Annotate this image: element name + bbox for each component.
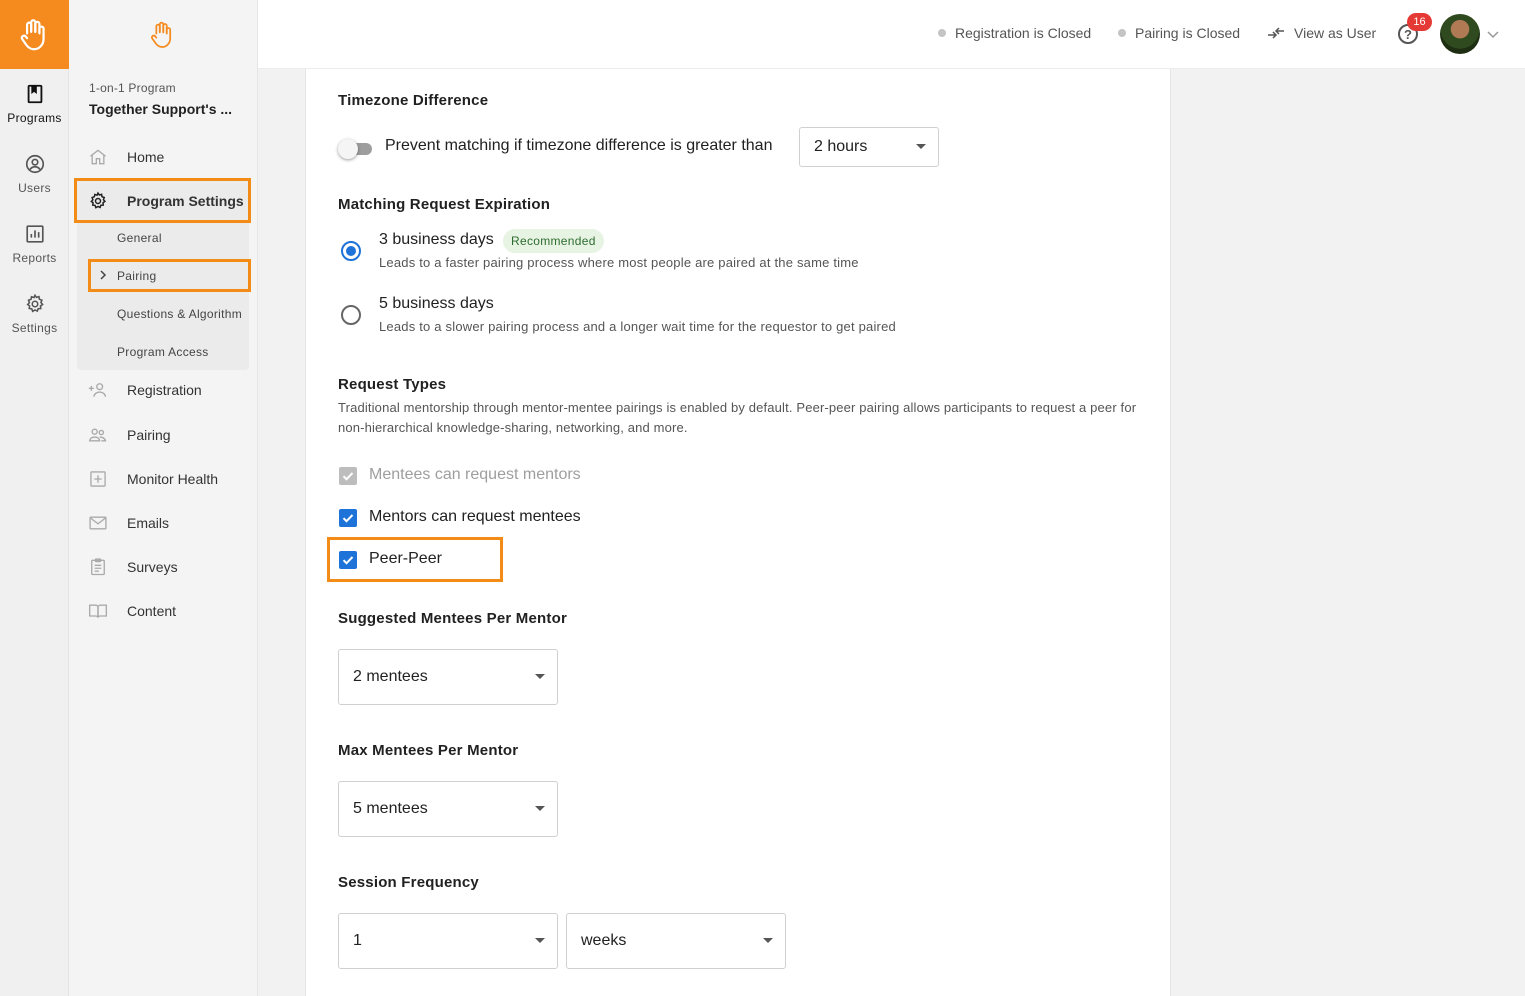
registration-status-label: Registration is Closed bbox=[955, 25, 1092, 41]
caret-down-icon bbox=[535, 806, 545, 811]
rail-users[interactable]: Users bbox=[0, 139, 69, 209]
rail-programs[interactable]: Programs bbox=[0, 69, 69, 139]
pairing-status-label: Pairing is Closed bbox=[1135, 25, 1241, 41]
session-frequency-unit-value: weeks bbox=[581, 932, 627, 949]
rail-users-label: Users bbox=[18, 181, 51, 195]
rail-reports[interactable]: Reports bbox=[0, 209, 69, 279]
registration-status: Registration is Closed bbox=[938, 25, 1091, 41]
timezone-hours-select[interactable]: 2 hours bbox=[799, 127, 939, 167]
left-rail: Programs Users Reports Settings bbox=[0, 0, 69, 996]
nav-home[interactable]: Home bbox=[77, 137, 249, 177]
expiration-option-5-days-help: Leads to a slower pairing process and a … bbox=[379, 319, 896, 334]
top-bar: Registration is Closed Pairing is Closed… bbox=[258, 0, 1525, 69]
request-types-title: Request Types bbox=[338, 376, 447, 393]
max-mentees-select[interactable]: 5 mentees bbox=[338, 781, 558, 837]
swap-arrows-icon bbox=[1268, 27, 1284, 39]
session-frequency-count-value: 1 bbox=[353, 932, 362, 949]
view-as-user-label: View as User bbox=[1294, 25, 1377, 41]
request-types-description: Traditional mentorship through mentor-me… bbox=[338, 400, 1137, 435]
program-logo bbox=[69, 0, 257, 69]
status-dot bbox=[938, 29, 946, 37]
app-logo[interactable] bbox=[0, 0, 69, 69]
mentees-request-mentors-label: Mentees can request mentors bbox=[369, 466, 581, 483]
caret-down-icon bbox=[535, 938, 545, 943]
waving-hand-icon bbox=[20, 18, 45, 50]
timezone-section-title: Timezone Difference bbox=[338, 92, 489, 109]
checkbox-mentors-request-mentees[interactable] bbox=[339, 509, 357, 527]
nav-content-label: Content bbox=[127, 603, 177, 619]
pairing-status: Pairing is Closed bbox=[1118, 25, 1240, 41]
home-icon bbox=[90, 149, 106, 165]
envelope-icon bbox=[89, 516, 107, 530]
nav-emails[interactable]: Emails bbox=[77, 503, 249, 543]
timezone-toggle[interactable] bbox=[338, 138, 374, 159]
subnav-general[interactable]: General bbox=[117, 231, 162, 245]
rail-settings[interactable]: Settings bbox=[0, 279, 69, 349]
max-mentees-title: Max Mentees Per Mentor bbox=[338, 742, 519, 759]
status-dot bbox=[1118, 29, 1126, 37]
subnav-program-access[interactable]: Program Access bbox=[117, 345, 209, 359]
nav-surveys[interactable]: Surveys bbox=[77, 547, 249, 587]
nav-pairing-label: Pairing bbox=[127, 427, 171, 443]
caret-down-icon bbox=[916, 144, 926, 149]
bookmark-icon bbox=[27, 84, 42, 104]
highlight-peer-peer bbox=[327, 537, 503, 582]
nav-monitor-health[interactable]: Monitor Health bbox=[77, 459, 249, 499]
checkbox-mentees-request-mentors bbox=[339, 467, 357, 485]
suggested-mentees-value: 2 mentees bbox=[353, 668, 428, 685]
avatar[interactable] bbox=[1440, 14, 1480, 54]
expiration-radio-5-days[interactable] bbox=[341, 305, 361, 325]
nav-pairing[interactable]: Pairing bbox=[77, 415, 249, 455]
nav-surveys-label: Surveys bbox=[127, 559, 178, 575]
toggle-knob bbox=[338, 139, 358, 159]
gear-icon bbox=[26, 293, 44, 313]
session-frequency-unit-select[interactable]: weeks bbox=[566, 913, 786, 969]
add-user-icon bbox=[88, 383, 107, 397]
chevron-down-icon[interactable] bbox=[1486, 27, 1500, 41]
checkmark-icon bbox=[342, 514, 354, 523]
expiration-radio-3-days[interactable] bbox=[341, 241, 361, 261]
nav-home-label: Home bbox=[127, 149, 165, 165]
timezone-hours-value: 2 hours bbox=[814, 138, 868, 155]
clipboard-icon bbox=[91, 558, 105, 576]
view-as-user-button[interactable]: View as User bbox=[1267, 25, 1376, 41]
expiration-section-title: Matching Request Expiration bbox=[338, 196, 551, 213]
nav-monitor-health-label: Monitor Health bbox=[127, 471, 219, 487]
user-circle-icon bbox=[25, 154, 44, 174]
program-name[interactable]: Together Support's ... bbox=[89, 101, 254, 117]
session-frequency-count-select[interactable]: 1 bbox=[338, 913, 558, 969]
medical-plus-icon bbox=[90, 471, 106, 487]
subnav-questions-algorithm[interactable]: Questions & Algorithm bbox=[117, 307, 242, 321]
expiration-option-3-days-label: 3 business days bbox=[379, 231, 494, 248]
notification-badge: 16 bbox=[1407, 13, 1432, 31]
open-book-icon bbox=[89, 604, 107, 618]
timezone-toggle-label: Prevent matching if timezone difference … bbox=[385, 137, 773, 154]
caret-down-icon bbox=[535, 674, 545, 679]
highlight-subnav-pairing bbox=[88, 259, 251, 292]
program-type: 1-on-1 Program bbox=[89, 81, 176, 95]
pairing-settings-card: Timezone Difference Prevent matching if … bbox=[305, 69, 1171, 996]
mentors-request-mentees-label: Mentors can request mentees bbox=[369, 508, 581, 525]
max-mentees-value: 5 mentees bbox=[353, 800, 428, 817]
checkmark-icon bbox=[342, 472, 354, 481]
expiration-option-3-days-help: Leads to a faster pairing process where … bbox=[379, 255, 859, 270]
recommended-badge: Recommended bbox=[503, 229, 604, 253]
nav-content[interactable]: Content bbox=[77, 591, 249, 631]
nav-registration-label: Registration bbox=[127, 382, 202, 398]
expiration-option-5-days-label: 5 business days bbox=[379, 295, 494, 312]
caret-down-icon bbox=[763, 938, 773, 943]
waving-hand-icon bbox=[151, 21, 172, 48]
rail-reports-label: Reports bbox=[12, 251, 57, 265]
highlight-program-settings bbox=[74, 178, 251, 223]
nav-emails-label: Emails bbox=[127, 515, 170, 531]
rail-settings-label: Settings bbox=[11, 321, 58, 335]
suggested-mentees-select[interactable]: 2 mentees bbox=[338, 649, 558, 705]
bar-chart-icon bbox=[25, 225, 44, 243]
session-frequency-title: Session Frequency bbox=[338, 874, 479, 891]
people-icon bbox=[88, 428, 107, 442]
rail-programs-label: Programs bbox=[7, 111, 62, 125]
suggested-mentees-title: Suggested Mentees Per Mentor bbox=[338, 610, 567, 627]
side-nav: 1-on-1 Program Together Support's ... Ho… bbox=[69, 0, 258, 996]
nav-registration[interactable]: Registration bbox=[77, 370, 249, 410]
